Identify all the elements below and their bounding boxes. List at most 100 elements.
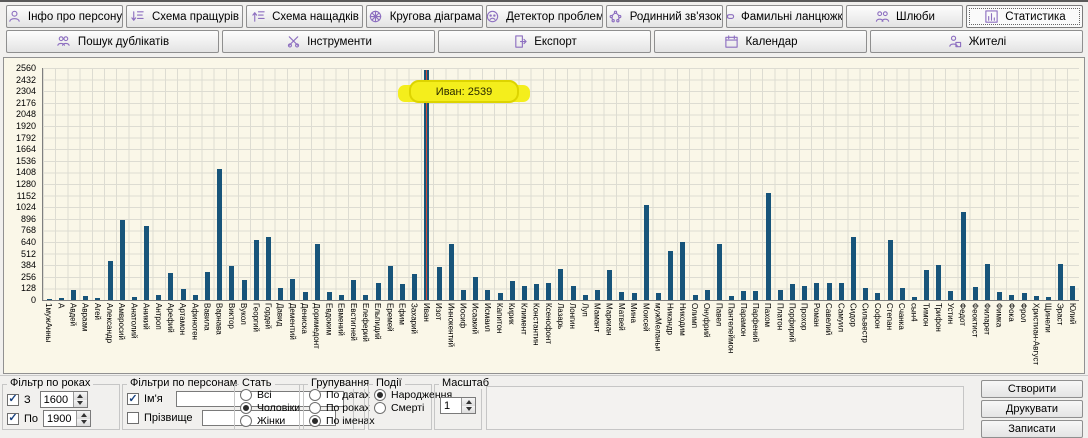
bar-Фрол[interactable]: [1022, 293, 1027, 300]
year-from-updown[interactable]: [73, 392, 87, 407]
bar-Доримедонт[interactable]: [315, 244, 320, 300]
bar-Антроп[interactable]: [156, 295, 161, 300]
scale-updown[interactable]: [461, 398, 475, 413]
bar-Вавила[interactable]: [205, 272, 210, 300]
bar-Щинели[interactable]: [1046, 297, 1051, 300]
bar-Климент[interactable]: [522, 286, 527, 300]
bar-Юлий[interactable]: [1070, 286, 1075, 300]
bar-Георгий[interactable]: [254, 240, 259, 300]
bar-Луп[interactable]: [583, 295, 588, 300]
surname-checkbox[interactable]: [127, 412, 139, 424]
bar-Маркиан[interactable]: [607, 270, 612, 300]
radio-button[interactable]: [374, 389, 386, 401]
radio-button[interactable]: [240, 402, 252, 414]
tab-ancestors[interactable]: Схема пращурів: [126, 5, 243, 28]
bar-Евстигней[interactable]: [351, 280, 356, 300]
bar-Счанка[interactable]: [900, 288, 905, 300]
tab-person[interactable]: Інфо про персону: [6, 5, 123, 28]
bar-Артамон[interactable]: [181, 289, 186, 300]
bar-Никандр[interactable]: [668, 251, 673, 300]
bar-Дементий[interactable]: [290, 279, 295, 300]
bar-Пахом[interactable]: [766, 193, 771, 300]
bar-Исаакий[interactable]: [473, 277, 478, 300]
bar-Авдей[interactable]: [71, 290, 76, 300]
radio-option-Смерті[interactable]: Смерті: [374, 402, 424, 414]
bar-Онуфрий[interactable]: [705, 290, 710, 300]
bar-Никодим[interactable]: [680, 242, 685, 300]
bar-Савелий[interactable]: [827, 283, 832, 300]
year-to-updown[interactable]: [76, 411, 90, 426]
bar-Давид[interactable]: [278, 288, 283, 300]
bar-Степан[interactable]: [888, 240, 893, 300]
bar-Лазарь[interactable]: [558, 269, 563, 300]
bar-Гордей[interactable]: [266, 237, 271, 300]
tab-calendar[interactable]: Календар: [654, 30, 867, 53]
bar-Прохор[interactable]: [802, 286, 807, 300]
bar-Анатолий[interactable]: [132, 297, 137, 300]
bar-Устин[interactable]: [948, 291, 953, 300]
bar-Софон[interactable]: [875, 293, 880, 300]
bar-Самуил[interactable]: [839, 283, 844, 300]
tab-chain[interactable]: Фамильні ланцюжки: [726, 5, 843, 28]
bar-Константин[interactable]: [534, 284, 539, 300]
radio-button[interactable]: [240, 415, 252, 427]
bar-Вукол[interactable]: [242, 280, 247, 300]
bar-Олимп[interactable]: [693, 295, 698, 300]
bar-Мамант[interactable]: [595, 290, 600, 300]
year-to-checkbox[interactable]: [7, 413, 19, 425]
radio-button[interactable]: [309, 402, 321, 414]
bar-Елеферий[interactable]: [363, 295, 368, 300]
bar-Изот[interactable]: [437, 267, 442, 300]
bar-Платон[interactable]: [778, 290, 783, 300]
bar-Капитон[interactable]: [498, 293, 503, 300]
bar-Моисей[interactable]: [644, 205, 649, 300]
radio-option-Жінки[interactable]: Жінки: [240, 415, 285, 427]
year-to-spinner[interactable]: 1900: [43, 410, 91, 427]
bar-Фимка[interactable]: [997, 292, 1002, 300]
year-from-spinner[interactable]: 1600: [40, 391, 88, 408]
bar-Трифон[interactable]: [936, 265, 941, 300]
bar-Варнава[interactable]: [217, 169, 222, 300]
tab-export[interactable]: Експорт: [438, 30, 651, 53]
bar-Матвей[interactable]: [619, 292, 624, 300]
bar-Агей[interactable]: [95, 298, 100, 300]
bar-мужМеланьи[interactable]: [656, 293, 661, 300]
bar-Федот[interactable]: [961, 212, 966, 300]
bar-Дениска[interactable]: [303, 292, 308, 300]
bar-Иосиф[interactable]: [461, 290, 466, 300]
tab-relation[interactable]: Родинний зв'язок: [606, 5, 723, 28]
year-from-checkbox[interactable]: [7, 394, 19, 406]
tab-stats[interactable]: Статистика: [966, 5, 1083, 28]
button-Створити[interactable]: Створити: [981, 380, 1083, 398]
bar-1мужАнны[interactable]: [47, 299, 52, 300]
bar-Пантелеймон[interactable]: [729, 296, 734, 300]
name-checkbox[interactable]: [127, 393, 139, 405]
bar-Амвросий[interactable]: [120, 220, 125, 300]
bar-Ефим[interactable]: [400, 284, 405, 300]
bar-Филарет[interactable]: [985, 264, 990, 300]
bar-Христиан-Август[interactable]: [1034, 296, 1039, 300]
radio-button[interactable]: [374, 402, 386, 414]
radio-option-По роках[interactable]: По роках: [309, 402, 370, 414]
bar-Сильвестр[interactable]: [863, 288, 868, 300]
tab-residents[interactable]: Жителі: [870, 30, 1083, 53]
bar-Кирик[interactable]: [510, 281, 515, 300]
radio-button[interactable]: [309, 389, 321, 401]
bar-Эраст[interactable]: [1058, 264, 1063, 300]
bar-Мина[interactable]: [632, 293, 637, 300]
scale-spinner[interactable]: 1: [440, 397, 476, 414]
bar-Афиноген[interactable]: [193, 295, 198, 300]
bar-Иван[interactable]: [424, 70, 429, 300]
bar-Порфирий[interactable]: [790, 284, 795, 300]
bar-Ксенофонт[interactable]: [546, 283, 551, 300]
bar-Авраам[interactable]: [83, 296, 88, 300]
bar-Иннокентий[interactable]: [449, 244, 454, 300]
radio-option-Чоловіки[interactable]: Чоловіки: [240, 402, 300, 414]
bar-Парфений[interactable]: [753, 291, 758, 300]
radio-option-Всі[interactable]: Всі: [240, 389, 272, 401]
bar-Роман[interactable]: [814, 283, 819, 300]
button-Записати[interactable]: Записати: [981, 420, 1083, 438]
bar-Евдоким[interactable]: [327, 292, 332, 300]
bar-Парамон[interactable]: [741, 291, 746, 300]
bar-Исмаил[interactable]: [485, 290, 490, 300]
